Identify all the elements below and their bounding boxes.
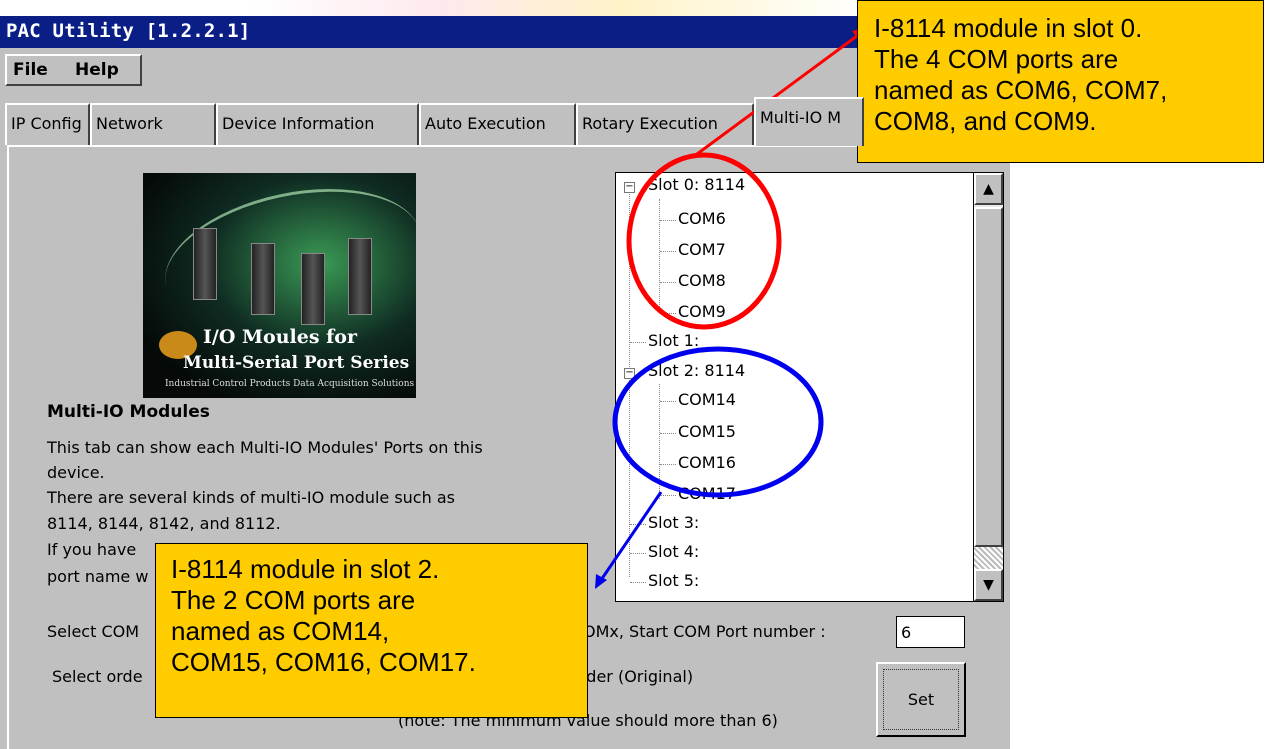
callout-slot2: I-8114 module in slot 2. The 2 COM ports… <box>155 543 588 718</box>
callout-text: The 2 COM ports are <box>171 585 416 615</box>
callout-text: COM15, COM16, COM17. <box>171 647 476 677</box>
slot2-highlight-circle <box>612 346 824 498</box>
callout-text: The 4 COM ports are <box>874 44 1119 74</box>
callout-text: named as COM6, COM7, <box>874 75 1168 105</box>
callout-text: I-8114 module in slot 0. <box>874 13 1143 43</box>
callout-slot0: I-8114 module in slot 0. The 4 COM ports… <box>857 0 1264 163</box>
callout-text: I-8114 module in slot 2. <box>171 554 440 584</box>
slot0-highlight-circle <box>626 152 782 330</box>
slot2-arrow <box>597 491 663 584</box>
callout-text: COM8, and COM9. <box>874 106 1097 136</box>
tab-multi-io[interactable]: Multi-IO M <box>754 97 864 146</box>
callout-text: named as COM14, <box>171 616 390 646</box>
